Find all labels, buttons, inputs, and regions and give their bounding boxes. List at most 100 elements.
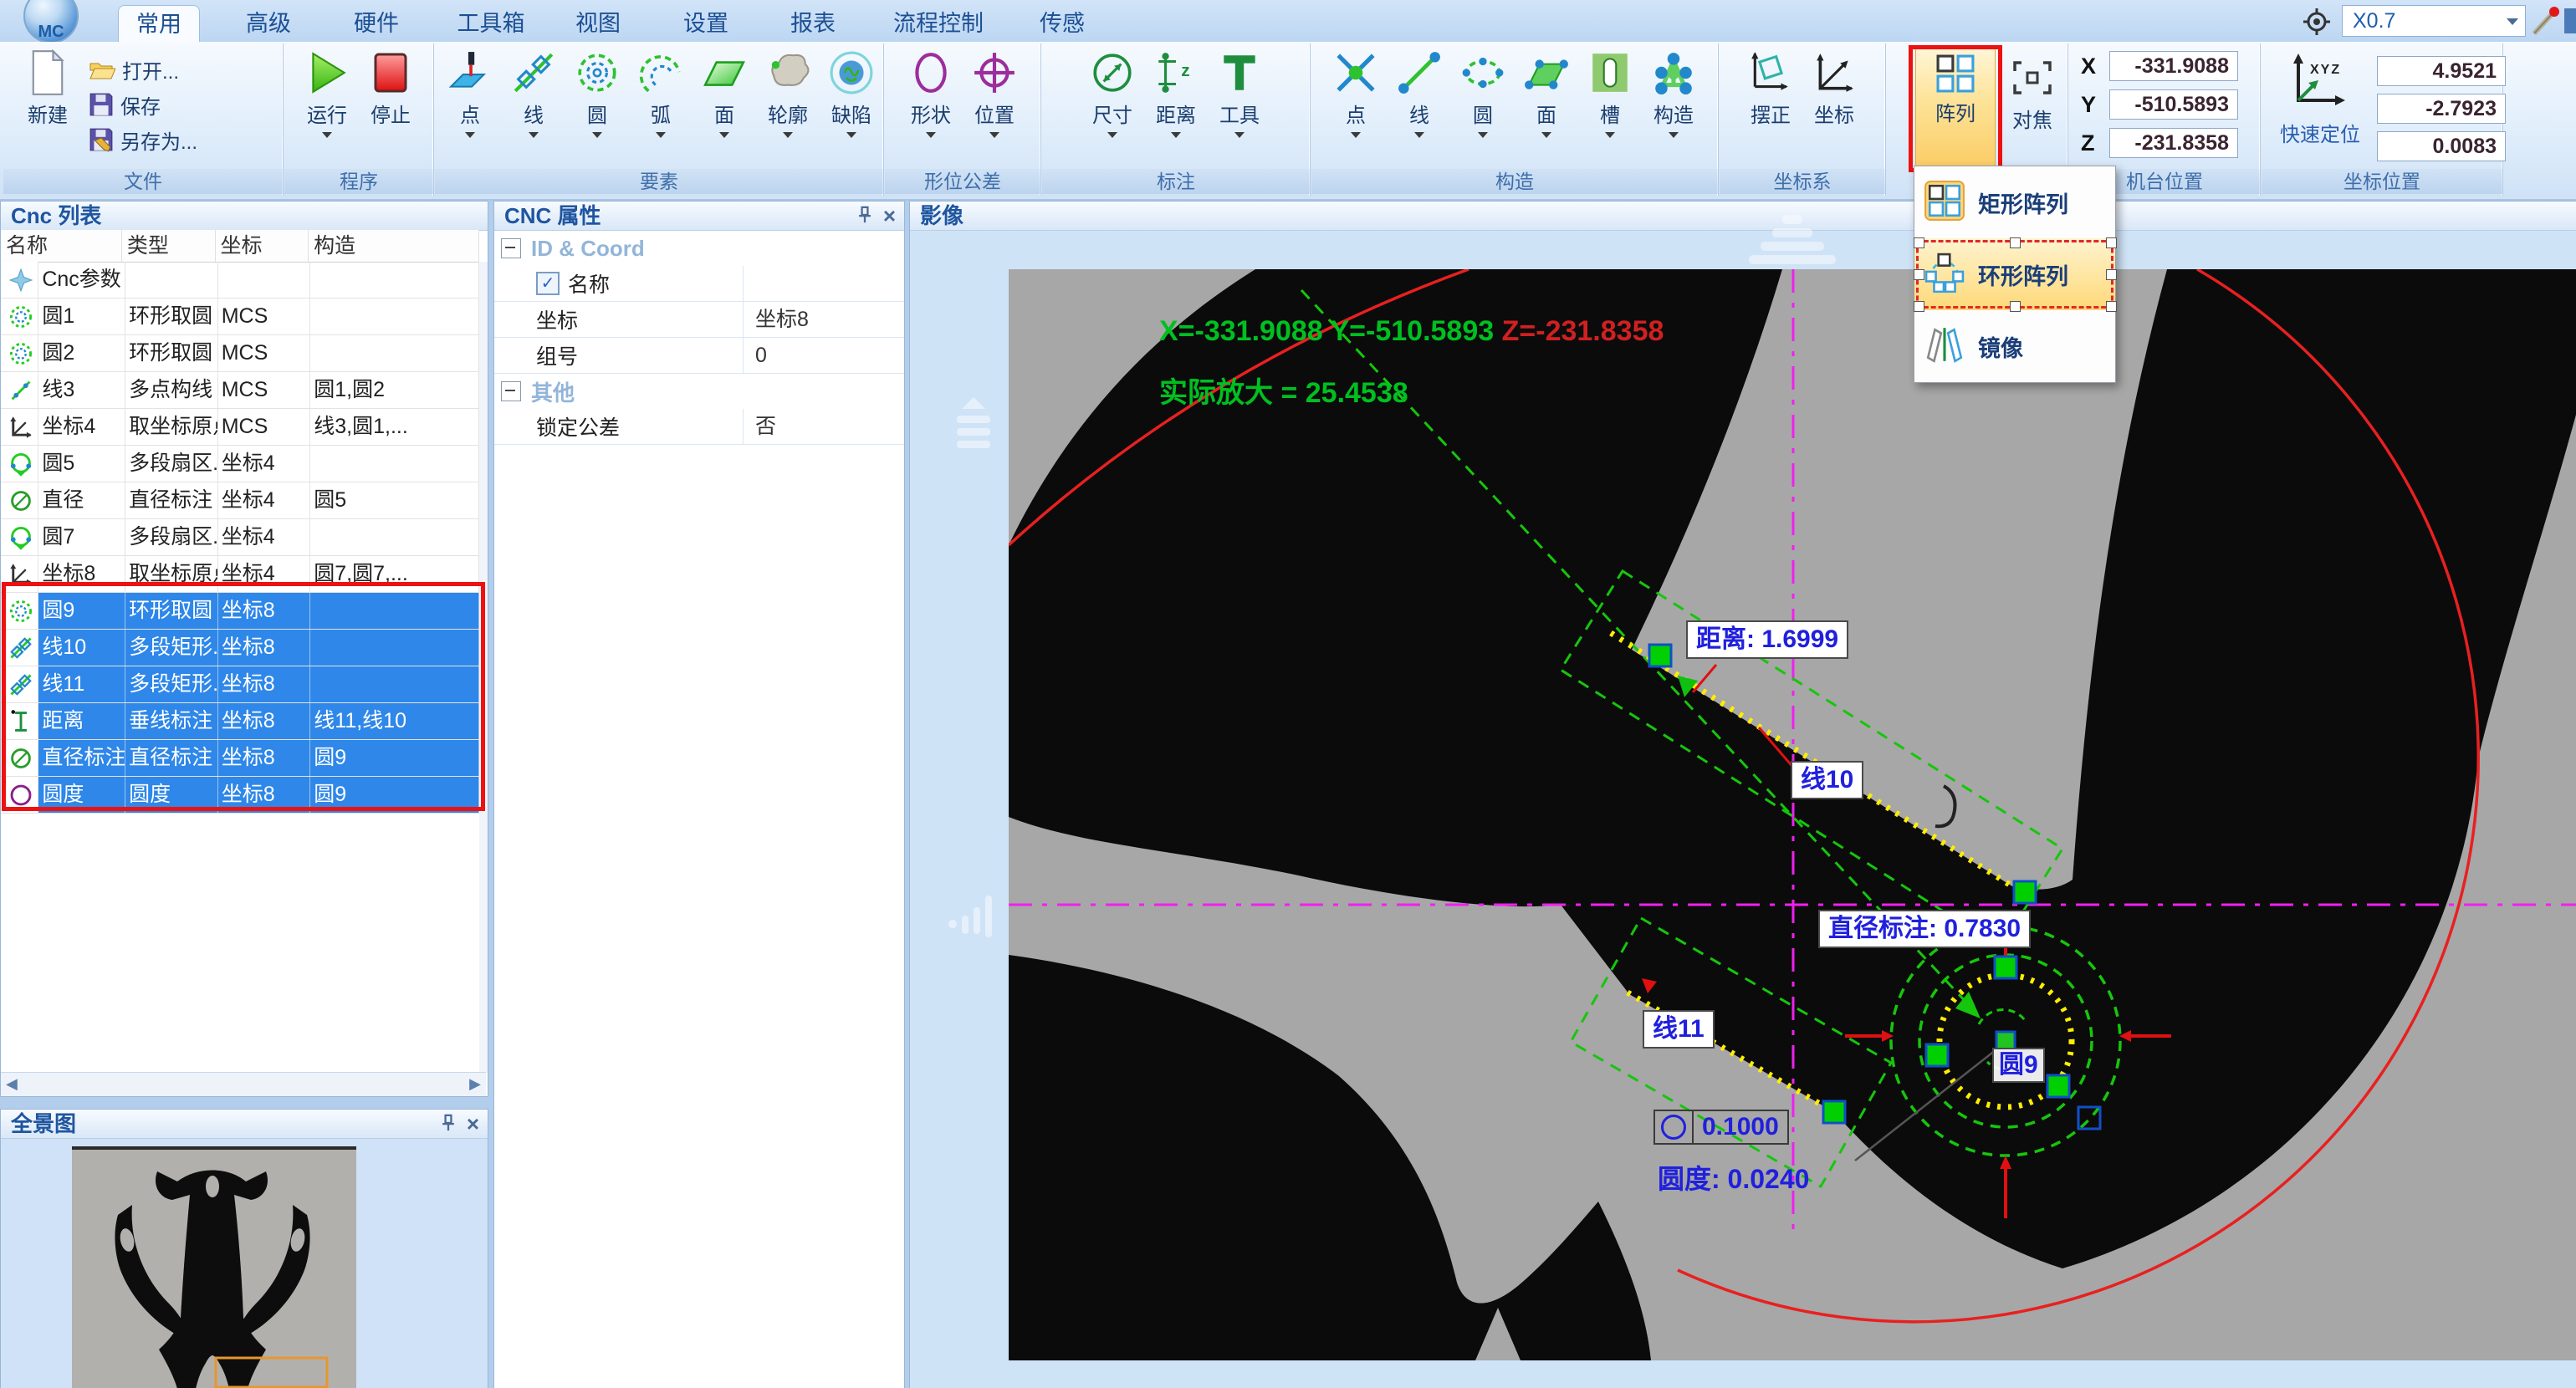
table-row-线11[interactable]: 线11多段矩形...坐标8	[1, 666, 479, 703]
annotation-distance[interactable]: 距离: 1.6999	[1686, 620, 1848, 659]
column-header-3[interactable]: 构造	[309, 230, 479, 262]
collapse-icon[interactable]	[501, 381, 521, 401]
ribbon-button-feat-defect[interactable]: 缺陷	[820, 48, 883, 138]
table-row-cnc参数[interactable]: Cnc参数	[1, 262, 479, 299]
ribbon-button-dim-distance[interactable]: z距离	[1144, 48, 1208, 138]
cnc-horizontal-scrollbar[interactable]: ◀ ▶	[1, 1072, 486, 1096]
ribbon-button-coord-axes[interactable]: 坐标	[1802, 48, 1866, 128]
ribbon-button-quick-position[interactable]: XYZ快速定位	[2267, 52, 2374, 147]
ribbon-button-con-point[interactable]: 点	[1324, 48, 1388, 138]
annotation-roundness[interactable]: 圆度: 0.0240	[1658, 1158, 1809, 1197]
roundness-tolerance-frame[interactable]: 0.1000	[1653, 1110, 1789, 1145]
property-row-锁定公差[interactable]: 锁定公差否	[494, 409, 904, 445]
menu-item-mirror[interactable]: 镜像	[1914, 310, 2115, 382]
ribbon-button-stop[interactable]: 停止	[359, 48, 422, 128]
column-header-0[interactable]: 名称	[1, 230, 122, 262]
close-icon[interactable]: ×	[467, 1113, 479, 1135]
ribbon-button-feat-line[interactable]: 线	[502, 48, 565, 138]
ribbon-button-con-line[interactable]: 线	[1388, 48, 1451, 138]
table-row-距离[interactable]: 距离垂线标注坐标8线11,线10	[1, 703, 479, 740]
magnification-combo[interactable]: X0.7	[2342, 5, 2526, 37]
property-row-名称[interactable]: ✓名称	[494, 266, 904, 302]
machine-axis-y: Y-510.5893	[2081, 87, 2238, 122]
signal-bars-icon[interactable]	[947, 889, 999, 941]
dim-tool-icon	[1217, 50, 1262, 95]
menu-item-rect-array[interactable]: 矩形阵列	[1914, 166, 2115, 238]
ribbon-button-save[interactable]: 保存	[89, 87, 197, 122]
ribbon-button-dim-tool[interactable]: 工具	[1208, 48, 1271, 138]
ribbon-button-save-as[interactable]: 另存为...	[89, 122, 197, 157]
table-row-直径[interactable]: 直径直径标注坐标4圆5	[1, 482, 479, 519]
ribbon-button-con-circle[interactable]: 圆	[1451, 48, 1515, 138]
tab-传感[interactable]: 传感	[1033, 5, 1091, 42]
property-section-id&coord[interactable]: ID & Coord	[494, 231, 904, 266]
ribbon-button-feat-arc[interactable]: 弧	[629, 48, 693, 138]
table-row-坐标4[interactable]: 坐标4取坐标原点MCS线3,圆1,...	[1, 409, 479, 446]
target-icon[interactable]	[2302, 7, 2332, 37]
list-eject-icon[interactable]	[950, 395, 997, 461]
tab-设置[interactable]: 设置	[677, 5, 735, 42]
property-row-坐标[interactable]: 坐标坐标8	[494, 302, 904, 338]
property-section-其他[interactable]: 其他	[494, 374, 904, 409]
panorama-thumbnail[interactable]	[72, 1146, 356, 1388]
ribbon-button-open-folder[interactable]: 打开...	[89, 52, 197, 87]
chevron-down-icon	[1234, 132, 1245, 138]
ribbon-button-feat-plane[interactable]: 面	[693, 48, 756, 138]
pin-icon[interactable]	[442, 1113, 455, 1133]
table-row-圆度[interactable]: 圆度圆度坐标8圆9	[1, 777, 479, 814]
annotation-line11[interactable]: 线11	[1643, 1010, 1715, 1049]
tab-高级[interactable]: 高级	[238, 5, 299, 42]
ribbon-button-tol-position[interactable]: 位置	[963, 48, 1026, 138]
table-row-圆7[interactable]: 圆7多段扇区...坐标4	[1, 519, 479, 556]
annotation-circle9[interactable]: 圆9	[1992, 1048, 2045, 1083]
ribbon-button-new-doc[interactable]: 新建	[12, 48, 84, 128]
ribbon-button-focus[interactable]: 对焦	[2001, 54, 2064, 133]
application-window: MC 常用 高级 硬件 工具箱 视图 设置 报表 流程控制 传感 X0.7 新建打开...保存另…	[0, 0, 2576, 1388]
property-row-组号[interactable]: 组号0	[494, 338, 904, 374]
ribbon-button-con-construct[interactable]: 构造	[1642, 48, 1705, 138]
ribbon-button-array[interactable]: 阵列	[1915, 47, 1996, 167]
tab-常用[interactable]: 常用	[118, 5, 200, 43]
ribbon-button-tol-shape[interactable]: 形状	[899, 48, 963, 138]
ribbon-label: 槽	[1578, 99, 1642, 128]
camera-view[interactable]: X=-331.9088 Y=-510.5893 Z=-231.8358 实际放大…	[1009, 269, 2576, 1360]
ribbon-button-align[interactable]: 摆正	[1739, 48, 1802, 128]
ribbon-button-con-plane[interactable]: 面	[1515, 48, 1578, 138]
app-logo[interactable]: MC	[23, 0, 79, 43]
collapse-icon[interactable]	[501, 238, 521, 258]
table-row-线10[interactable]: 线10多段矩形...坐标8	[1, 630, 479, 666]
cnc-vertical-scrollbar[interactable]	[479, 262, 488, 1073]
annotation-diameter[interactable]: 直径标注: 0.7830	[1818, 910, 2031, 948]
scroll-right-icon[interactable]: ▶	[469, 1075, 481, 1093]
table-row-线3[interactable]: 线3多点构线MCS圆1,圆2	[1, 372, 479, 409]
ribbon-button-feat-point[interactable]: 点	[438, 48, 502, 138]
close-icon[interactable]: ×	[883, 205, 896, 227]
align-icon	[1748, 50, 1793, 95]
tab-视图[interactable]: 视图	[570, 5, 626, 42]
edge-tool-icon[interactable]	[2564, 7, 2576, 35]
tab-硬件[interactable]: 硬件	[346, 5, 406, 42]
table-row-圆5[interactable]: 圆5多段扇区...坐标4	[1, 446, 479, 482]
column-header-2[interactable]: 坐标	[216, 230, 309, 262]
menu-item-ring-array[interactable]: 环形阵列	[1914, 238, 2115, 310]
ribbon-button-con-slot[interactable]: 槽	[1578, 48, 1642, 138]
tab-流程控制[interactable]: 流程控制	[889, 5, 988, 42]
scroll-left-icon[interactable]: ◀	[6, 1075, 18, 1093]
table-row-圆2[interactable]: 圆2环形取圆MCS	[1, 335, 479, 372]
table-row-坐标8[interactable]: 坐标8取坐标原点坐标4圆7,圆7,...	[1, 556, 479, 593]
layers-pyramid-icon[interactable]	[1742, 213, 1843, 267]
pen-icon[interactable]	[2527, 5, 2561, 38]
checkbox-checked-icon[interactable]: ✓	[536, 272, 560, 295]
table-row-圆9[interactable]: 圆9环形取圆坐标8	[1, 593, 479, 630]
ribbon-button-run[interactable]: 运行	[295, 48, 359, 138]
ribbon-button-feat-contour[interactable]: 轮廓	[756, 48, 820, 138]
annotation-line10[interactable]: 线10	[1791, 761, 1863, 799]
pin-icon[interactable]	[858, 205, 871, 225]
table-row-直径标注[interactable]: 直径标注直径标注坐标8圆9	[1, 740, 479, 777]
ribbon-button-dim-size[interactable]: 尺寸	[1081, 48, 1144, 138]
ribbon-button-feat-circle[interactable]: 圆	[565, 48, 629, 138]
table-row-圆1[interactable]: 圆1环形取圆MCS	[1, 299, 479, 335]
tab-工具箱[interactable]: 工具箱	[453, 5, 529, 42]
column-header-1[interactable]: 类型	[122, 230, 216, 262]
tab-报表[interactable]: 报表	[784, 5, 842, 42]
